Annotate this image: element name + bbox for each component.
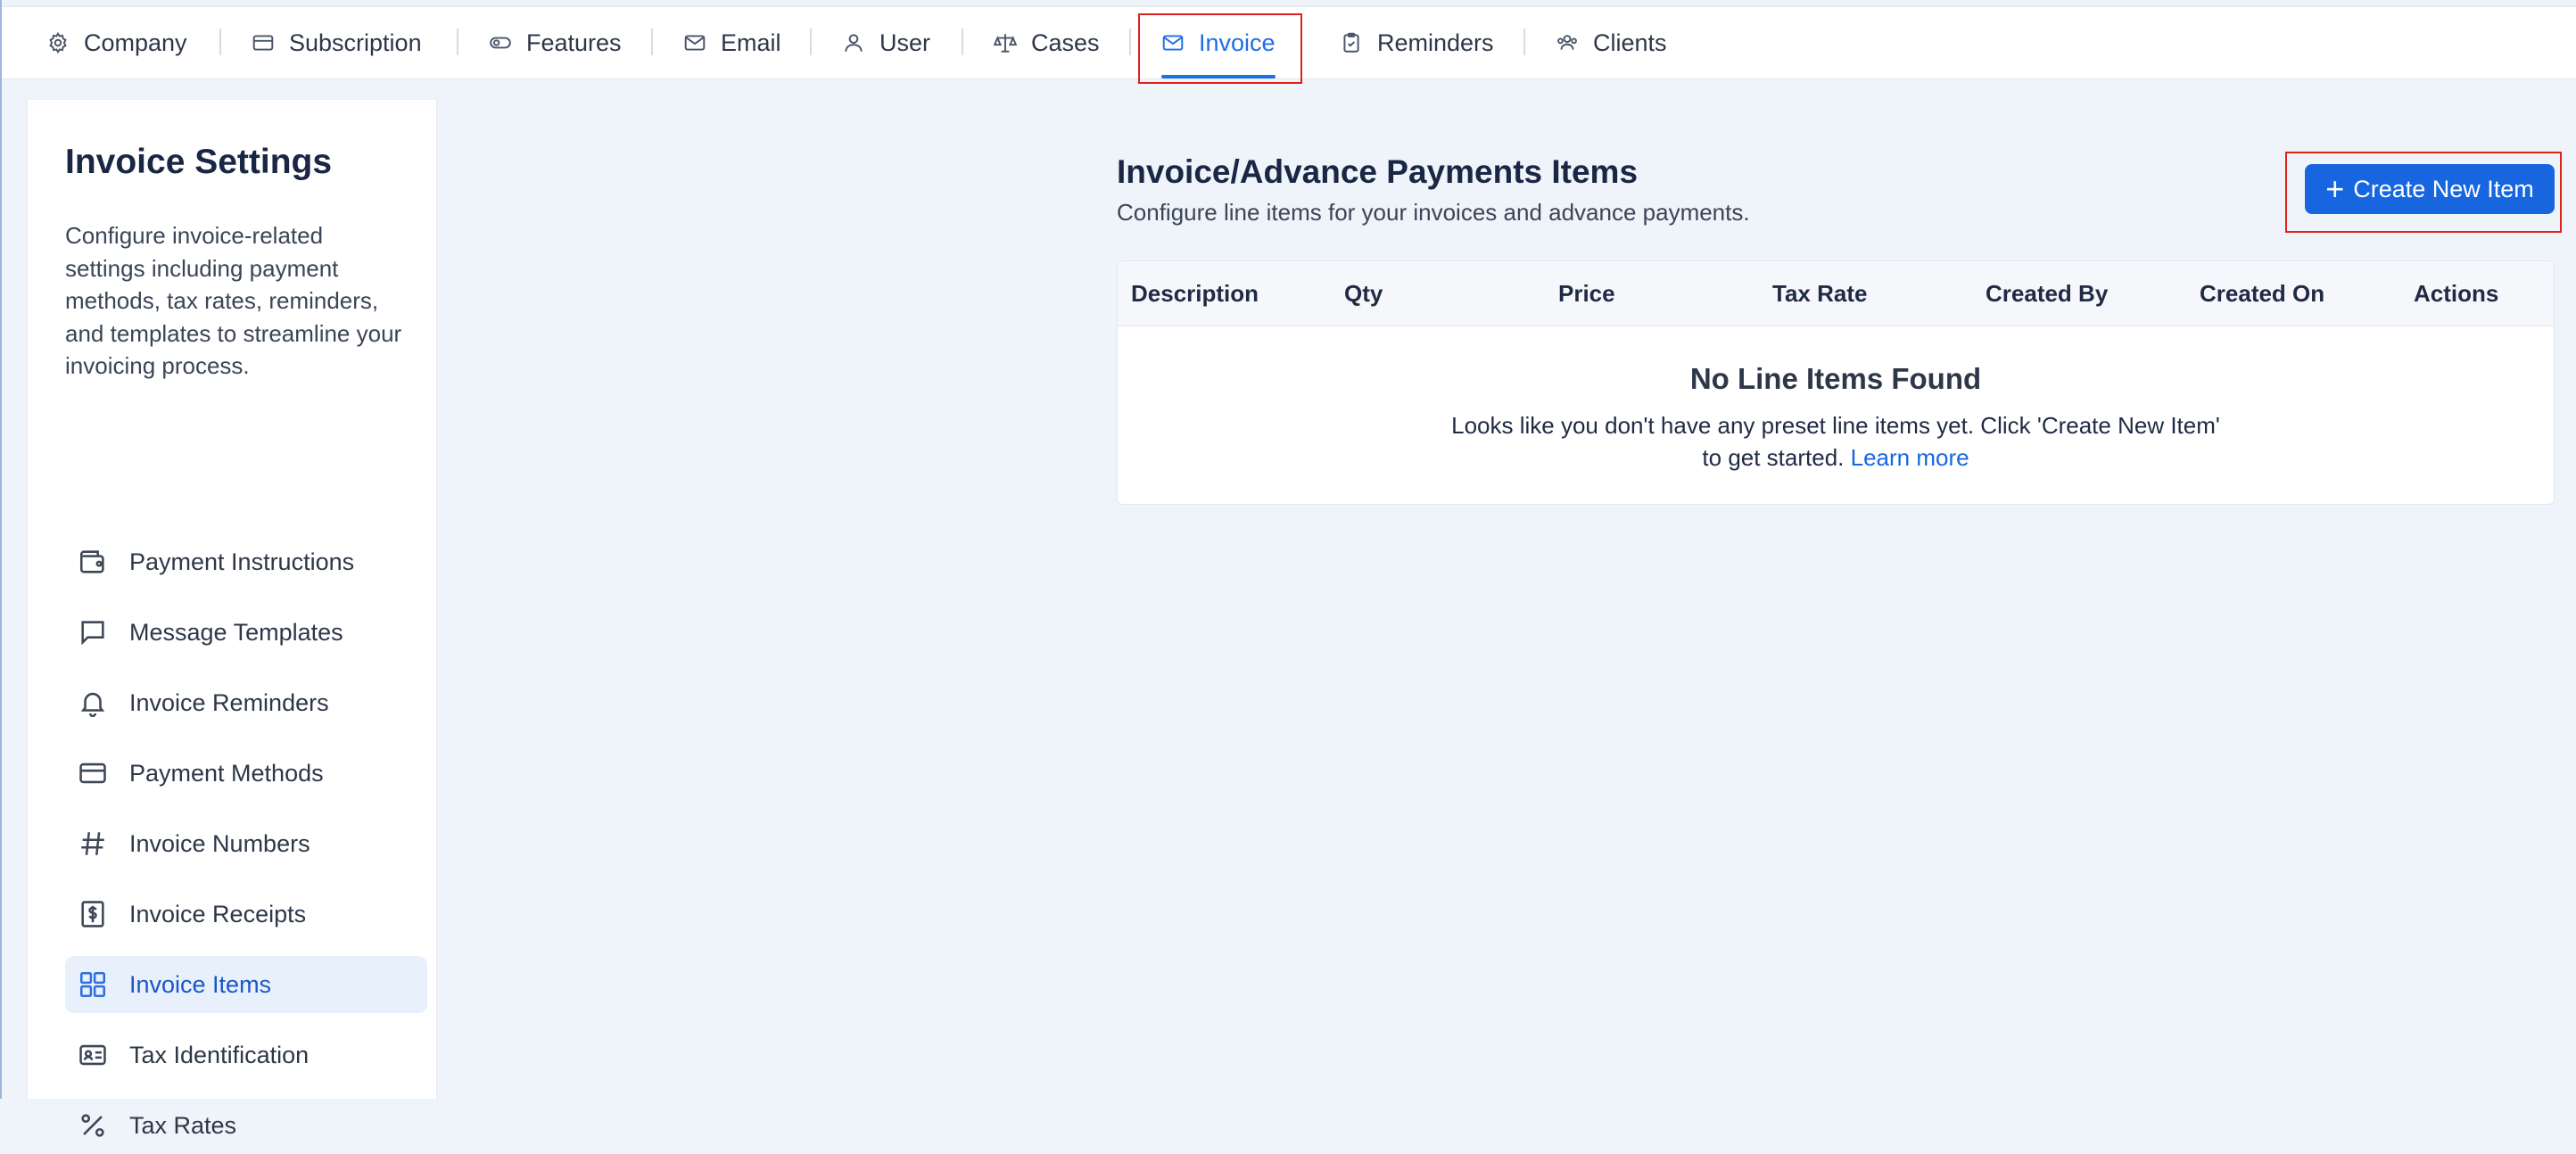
wallet-icon xyxy=(78,547,108,577)
create-button-label: Create New Item xyxy=(2353,175,2534,202)
settings-sidebar: Invoice Settings Configure invoice-relat… xyxy=(27,100,437,1139)
bell-icon xyxy=(78,688,108,718)
id-card-icon xyxy=(78,1040,108,1070)
column-header-created-on: Created On xyxy=(2200,279,2325,307)
tab-reminders[interactable]: Reminders xyxy=(1340,7,1494,78)
sidebar-item-label: Payment Instructions xyxy=(129,548,355,575)
highlight-box xyxy=(1138,13,1302,84)
tab-separator xyxy=(219,29,221,55)
column-header-qty: Qty xyxy=(1344,279,1383,307)
tab-label: Subscription xyxy=(289,29,422,56)
receipt-dollar-icon xyxy=(78,899,108,929)
sidebar-item-payment-methods[interactable]: Payment Methods xyxy=(65,745,427,802)
tab-separator xyxy=(810,29,812,55)
empty-state-line1: Looks like you don't have any preset lin… xyxy=(1451,412,2220,439)
tab-email[interactable]: Email xyxy=(683,7,781,78)
page-subtitle: Configure line items for your invoices a… xyxy=(1117,199,1750,226)
tab-label: Features xyxy=(526,29,622,56)
sidebar-item-message-templates[interactable]: Message Templates xyxy=(65,604,427,661)
column-header-description: Description xyxy=(1131,279,1259,307)
learn-more-link[interactable]: Learn more xyxy=(1851,444,1969,471)
sidebar-item-payment-instructions[interactable]: Payment Instructions xyxy=(65,533,427,590)
sidebar-item-tax-identification[interactable]: Tax Identification xyxy=(65,1026,427,1084)
scale-icon xyxy=(994,34,1017,53)
sidebar-item-label: Invoice Numbers xyxy=(129,829,310,857)
column-header-actions: Actions xyxy=(2414,279,2499,307)
column-header-tax-rate: Tax Rate xyxy=(1772,279,1868,307)
credit-card-icon xyxy=(78,758,108,788)
grid-icon xyxy=(78,969,108,1000)
sidebar-item-invoice-receipts[interactable]: Invoice Receipts xyxy=(65,886,427,943)
tab-label: Cases xyxy=(1031,29,1100,56)
sidebar-item-invoice-items[interactable]: Invoice Items xyxy=(65,956,427,1013)
toggle-icon xyxy=(490,37,511,49)
tab-label: Email xyxy=(721,29,781,56)
message-icon xyxy=(78,617,108,647)
tab-separator xyxy=(457,29,458,55)
table-header: Description Qty Price Tax Rate Created B… xyxy=(1118,261,2554,326)
sidebar-item-invoice-reminders[interactable]: Invoice Reminders xyxy=(65,674,427,731)
window-edge xyxy=(0,0,2,1099)
sidebar-item-label: Payment Methods xyxy=(129,759,324,787)
mail-icon xyxy=(684,35,706,51)
gear-icon xyxy=(49,31,67,54)
sidebar-item-label: Message Templates xyxy=(129,618,343,646)
column-header-price: Price xyxy=(1558,279,1615,307)
card-icon xyxy=(252,35,274,51)
empty-state-line2: to get started. xyxy=(1702,444,1845,471)
tab-label: Reminders xyxy=(1377,29,1494,56)
plus-icon: + xyxy=(2325,170,2345,207)
sidebar-title: Invoice Settings xyxy=(65,143,333,181)
empty-state-title: No Line Items Found xyxy=(1689,362,1982,395)
clipboard-check-icon xyxy=(1343,32,1359,53)
sidebar-item-label: Tax Identification xyxy=(129,1041,310,1068)
tab-label: Clients xyxy=(1593,29,1667,56)
tab-features[interactable]: Features xyxy=(489,7,622,78)
tab-separator xyxy=(1129,29,1131,55)
column-header-created-by: Created By xyxy=(1986,279,2109,307)
tab-separator xyxy=(962,29,963,55)
sidebar-item-label: Tax Rates xyxy=(129,1111,237,1139)
tab-label: Company xyxy=(84,29,187,56)
sidebar-item-label: Invoice Reminders xyxy=(129,688,329,716)
empty-state-line2-wrapper: to get started. Learn more xyxy=(1118,441,2554,474)
tab-label: User xyxy=(879,29,931,56)
create-new-item-button[interactable]: + Create New Item xyxy=(2305,164,2555,214)
tab-clients[interactable]: Clients xyxy=(1556,7,1667,78)
sidebar-item-tax-rates[interactable]: Tax Rates xyxy=(65,1097,427,1154)
tab-subscription[interactable]: Subscription xyxy=(252,7,422,78)
user-icon xyxy=(845,34,863,52)
empty-state-text: Looks like you don't have any preset lin… xyxy=(1118,409,2554,474)
sidebar-item-label: Invoice Receipts xyxy=(129,900,307,927)
tab-company[interactable]: Company xyxy=(46,7,187,78)
sidebar-item-invoice-numbers[interactable]: Invoice Numbers xyxy=(65,815,427,872)
sidebar-description: Configure invoice-related settings inclu… xyxy=(65,222,402,379)
tab-cases[interactable]: Cases xyxy=(994,7,1100,78)
tab-separator xyxy=(1523,29,1525,55)
sidebar-item-label: Invoice Items xyxy=(129,970,272,998)
line-items-table: Description Qty Price Tax Rate Created B… xyxy=(1117,260,2555,505)
hash-icon xyxy=(78,828,108,859)
percent-icon xyxy=(78,1110,108,1141)
tab-user[interactable]: User xyxy=(842,7,930,78)
page-title: Invoice/Advance Payments Items xyxy=(1117,153,1639,190)
tab-separator xyxy=(651,29,653,55)
users-icon xyxy=(1557,35,1577,50)
